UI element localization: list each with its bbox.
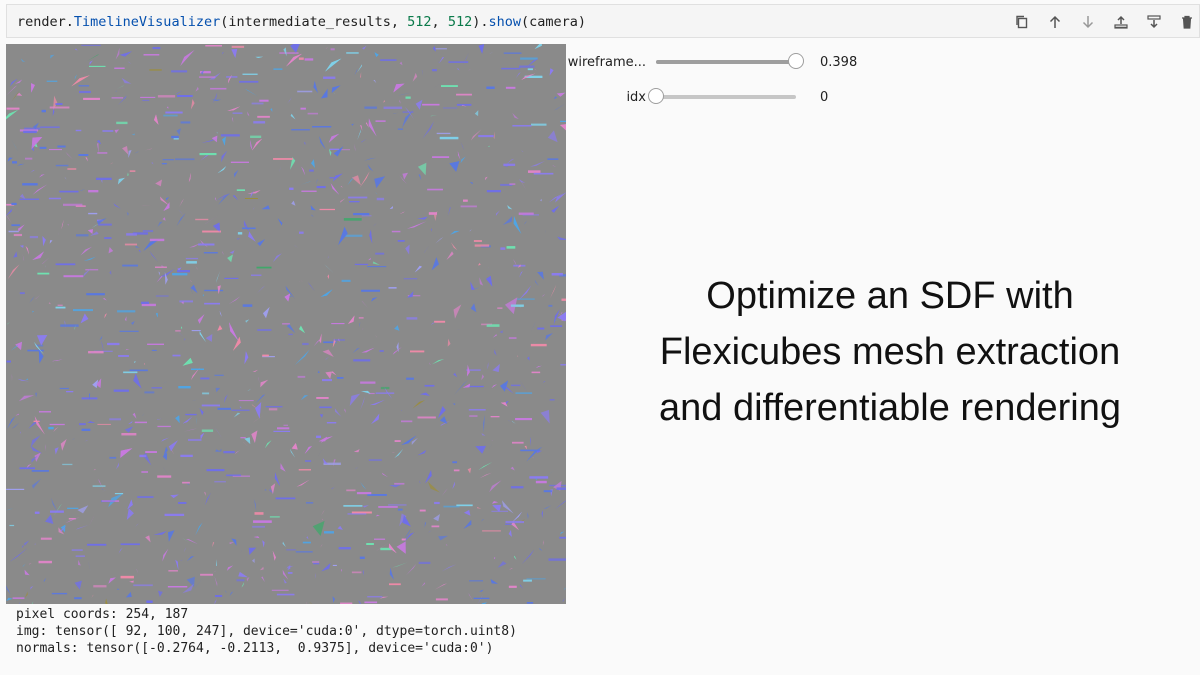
pixel-readout: pixel coords: 254, 187 img: tensor([ 92,… [16,606,517,657]
notebook-page: render.TimelineVisualizer(intermediate_r… [0,0,1200,675]
code-line: render.TimelineVisualizer(intermediate_r… [17,14,586,30]
wireframe-slider-thumb[interactable] [788,53,804,69]
caption-line-2: Flexicubes mesh extraction [659,331,1121,373]
code-class-name: TimelineVisualizer [73,14,221,30]
code-arg-height: 512 [447,14,473,30]
wireframe-slider-track[interactable] [656,53,804,69]
insert-below-icon[interactable] [1142,10,1166,34]
wireframe-slider-fill [656,60,796,64]
copy-icon[interactable] [1010,10,1034,34]
code-arg-width: 512 [407,14,432,30]
idx-slider-track[interactable] [648,88,796,104]
idx-slider-widget: idx 0 [566,87,880,107]
idx-value: 0 [820,89,829,105]
normals-tensor-text: normals: tensor([-0.2764, -0.2113, 0.937… [16,641,494,656]
insert-above-icon[interactable] [1109,10,1133,34]
wireframe-slider-widget: wireframe... 0.398 [566,52,880,72]
code-separator: , [431,14,448,30]
wireframe-value: 0.398 [820,54,858,70]
caption: Optimize an SDF with Flexicubes mesh ext… [600,268,1180,436]
pixel-coords-text: pixel coords: 254, 187 [16,607,189,622]
code-args-close: ). [472,14,489,30]
caption-line-1: Optimize an SDF with [706,275,1074,317]
code-args-open: (intermediate_results, [220,14,408,30]
cell-toolbar [1010,9,1199,35]
code-cell[interactable]: render.TimelineVisualizer(intermediate_r… [6,4,1200,38]
code-method-args: (camera) [520,14,587,30]
idx-slider-thumb[interactable] [648,88,664,104]
img-tensor-text: img: tensor([ 92, 100, 247], device='cud… [16,624,517,639]
delete-icon[interactable] [1175,10,1199,34]
idx-label: idx [626,89,646,105]
caption-line-3: and differentiable rendering [659,387,1121,429]
render-canvas[interactable] [6,44,566,604]
code-method: show [488,14,521,30]
arrow-down-icon[interactable] [1076,10,1100,34]
arrow-up-icon[interactable] [1043,10,1067,34]
code-prefix: render. [17,14,74,30]
normals-render-image[interactable] [6,44,566,604]
wireframe-label: wireframe... [567,54,646,70]
